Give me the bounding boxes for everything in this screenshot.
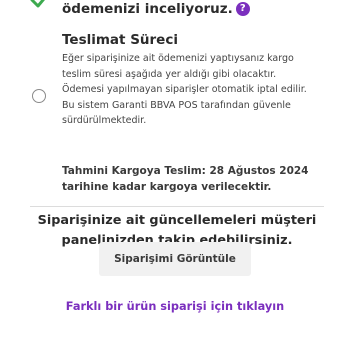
shipping-radio[interactable] [32, 89, 46, 103]
status-message-text: ödemenizi inceliyoruz. [62, 1, 233, 17]
shipping-description: Eğer siparişinize ait ödemenizi yaptıysa… [62, 53, 307, 126]
status-header: ödemenizi inceliyoruz.? [0, 0, 350, 26]
delivery-estimate: Tahmini Kargoya Teslim: 28 Ağustos 2024 … [62, 165, 309, 193]
check-icon [30, 0, 45, 8]
view-order-button[interactable]: Siparişimi Görüntüle [99, 242, 251, 276]
shipping-title: Teslimat Süreci [62, 32, 178, 48]
other-order-link[interactable]: Farklı bir ürün siparişi için tıklayın [0, 300, 350, 313]
divider [30, 206, 324, 207]
help-icon[interactable]: ? [235, 2, 250, 16]
status-message: ödemenizi inceliyoruz.? [62, 1, 250, 17]
